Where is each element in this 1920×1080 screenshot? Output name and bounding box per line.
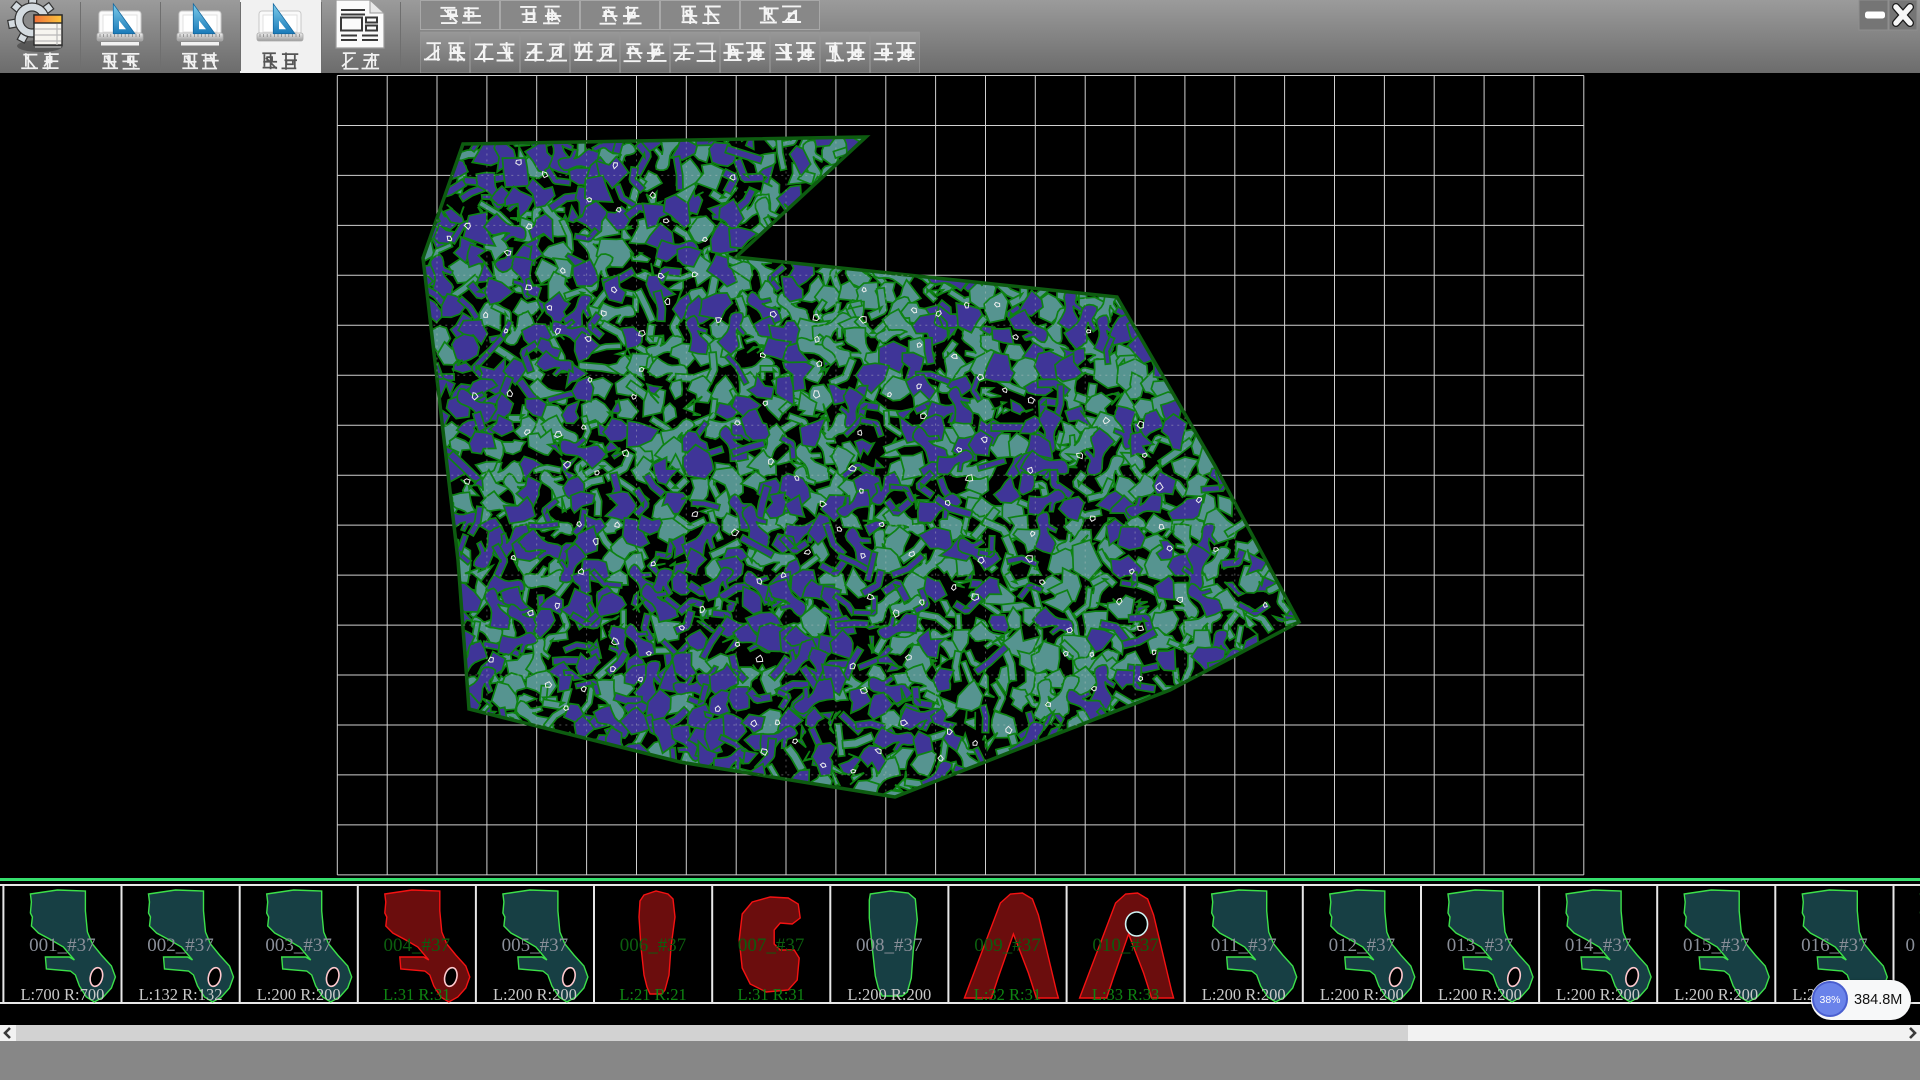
svg-text:L:21 R:21: L:21 R:21 xyxy=(619,985,686,1004)
svg-text:002_#37: 002_#37 xyxy=(147,935,214,956)
svg-text:012_#37: 012_#37 xyxy=(1329,935,1396,956)
svg-text:L:132 R:132: L:132 R:132 xyxy=(139,985,223,1004)
svg-text:003_#37: 003_#37 xyxy=(265,935,332,956)
svg-text:0: 0 xyxy=(1905,935,1915,956)
svg-text:L:200 R:200: L:200 R:200 xyxy=(257,985,341,1004)
svg-text:001_#37: 001_#37 xyxy=(29,935,96,956)
svg-text:L:31 R:31: L:31 R:31 xyxy=(737,985,804,1004)
svg-text:L:200 R:200: L:200 R:200 xyxy=(1438,985,1522,1004)
svg-text:006_#37: 006_#37 xyxy=(620,935,687,956)
svg-text:008_#37: 008_#37 xyxy=(856,935,923,956)
svg-text:013_#37: 013_#37 xyxy=(1447,935,1514,956)
svg-text:L:32 R:31: L:32 R:31 xyxy=(974,985,1041,1004)
svg-text:L:200 R:200: L:200 R:200 xyxy=(1320,985,1404,1004)
svg-text:L:200 R:200: L:200 R:200 xyxy=(1674,985,1758,1004)
svg-text:005_#37: 005_#37 xyxy=(502,935,569,956)
svg-text:009_#37: 009_#37 xyxy=(974,935,1041,956)
svg-text:L:33 R:33: L:33 R:33 xyxy=(1092,985,1159,1004)
svg-text:L:31 R:31: L:31 R:31 xyxy=(383,985,450,1004)
svg-text:L:700 R:700: L:700 R:700 xyxy=(20,985,104,1004)
svg-text:L:200 R:200: L:200 R:200 xyxy=(1556,985,1640,1004)
svg-text:015_#37: 015_#37 xyxy=(1683,935,1750,956)
svg-text:L:200 R:200: L:200 R:200 xyxy=(1202,985,1286,1004)
svg-text:L:200 R:200: L:200 R:200 xyxy=(847,985,931,1004)
svg-text:007_#37: 007_#37 xyxy=(738,935,805,956)
svg-text:016_#37: 016_#37 xyxy=(1801,935,1868,956)
svg-text:014_#37: 014_#37 xyxy=(1565,935,1632,956)
svg-text:010_#37: 010_#37 xyxy=(1092,935,1159,956)
svg-text:011_#37: 011_#37 xyxy=(1211,935,1277,956)
svg-text:L:200 R:200: L:200 R:200 xyxy=(493,985,577,1004)
svg-text:004_#37: 004_#37 xyxy=(384,935,451,956)
